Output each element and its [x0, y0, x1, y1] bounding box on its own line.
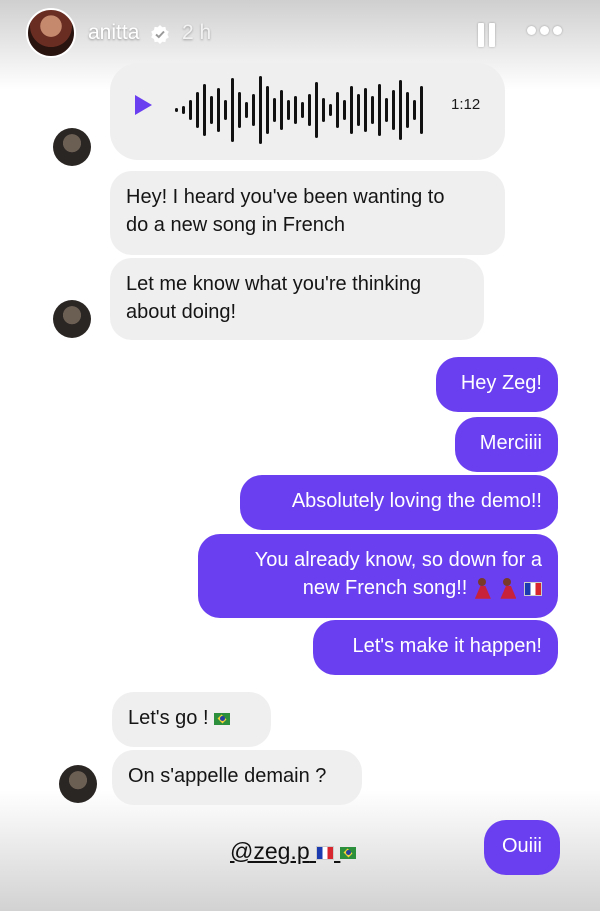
- voice-duration: 1:12: [451, 96, 481, 113]
- incoming-message[interactable]: Let me know what you're thinking about d…: [110, 258, 484, 340]
- brazil-flag-icon: [340, 846, 357, 859]
- outgoing-message[interactable]: Absolutely loving the demo!!: [240, 475, 558, 530]
- outgoing-message[interactable]: Hey Zeg!: [436, 357, 558, 412]
- france-flag-icon: [524, 581, 542, 596]
- mention-tag[interactable]: @zeg.p: [230, 838, 357, 865]
- play-icon[interactable]: [135, 95, 152, 115]
- france-flag-icon: [316, 845, 335, 860]
- waveform-icon: [175, 76, 423, 144]
- dancer-emoji-icon: [498, 577, 518, 600]
- dancer-emoji-icon: [473, 577, 493, 600]
- incoming-message[interactable]: Hey! I heard you've been wanting to do a…: [110, 171, 505, 255]
- avatar[interactable]: [53, 128, 91, 166]
- avatar[interactable]: [59, 765, 97, 803]
- incoming-message[interactable]: On s'appelle demain ?: [112, 750, 362, 805]
- more-icon[interactable]: [525, 26, 565, 38]
- outgoing-message[interactable]: Merciiii: [455, 417, 558, 472]
- incoming-message[interactable]: Let's go !: [112, 692, 271, 747]
- outgoing-message[interactable]: Ouiii: [484, 820, 560, 875]
- pause-icon[interactable]: [476, 23, 496, 47]
- post-time: 2 h: [182, 21, 212, 44]
- avatar[interactable]: [53, 300, 91, 338]
- outgoing-message[interactable]: Let's make it happen!: [313, 620, 558, 675]
- username[interactable]: anitta: [88, 21, 139, 45]
- brazil-flag-icon: [214, 712, 231, 725]
- story-header: anitta 2 h: [0, 0, 600, 68]
- outgoing-message[interactable]: You already know, so down for a new Fren…: [198, 534, 558, 618]
- avatar[interactable]: [26, 8, 76, 58]
- verified-badge-icon: [151, 25, 169, 44]
